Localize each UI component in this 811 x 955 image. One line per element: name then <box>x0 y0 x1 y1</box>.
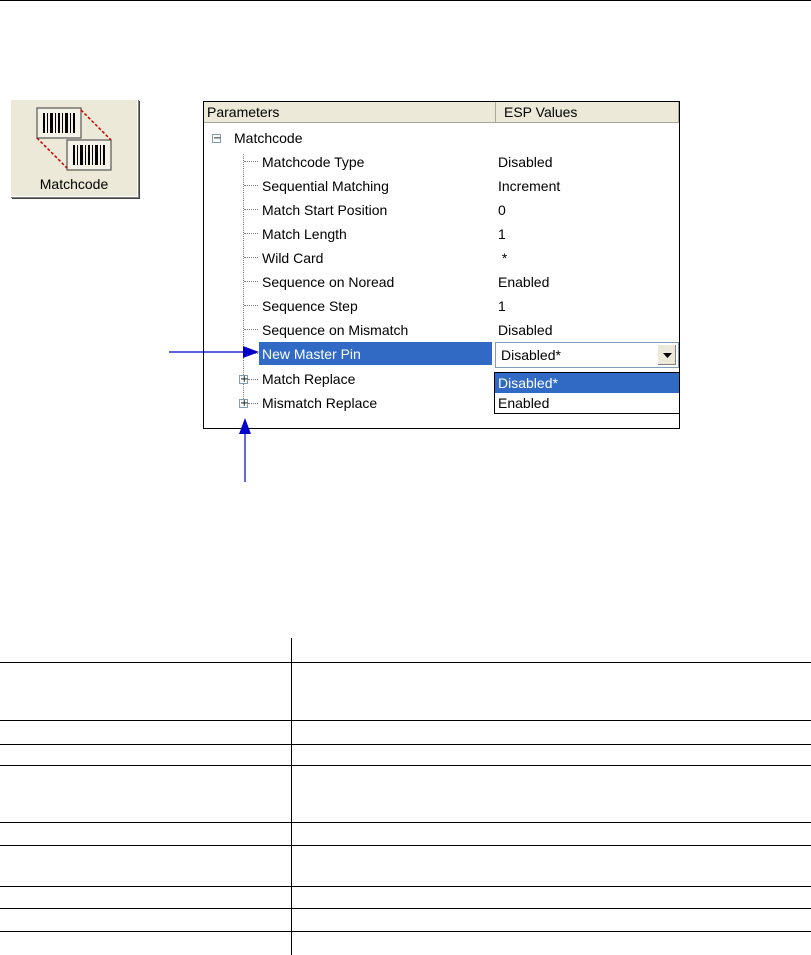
table-rule <box>0 662 811 663</box>
arrow-to-tree-expanders <box>239 418 251 482</box>
table-rule <box>0 845 811 846</box>
table-rule <box>0 886 811 887</box>
table-rule <box>0 931 811 932</box>
table-rule <box>0 720 811 721</box>
table-rule <box>0 822 811 823</box>
table-rule <box>0 744 811 745</box>
table-rule <box>0 908 811 909</box>
description-table <box>0 638 811 955</box>
table-rule <box>0 765 811 766</box>
table-column-divider <box>291 638 292 955</box>
arrow-to-new-master-pin <box>169 346 259 358</box>
